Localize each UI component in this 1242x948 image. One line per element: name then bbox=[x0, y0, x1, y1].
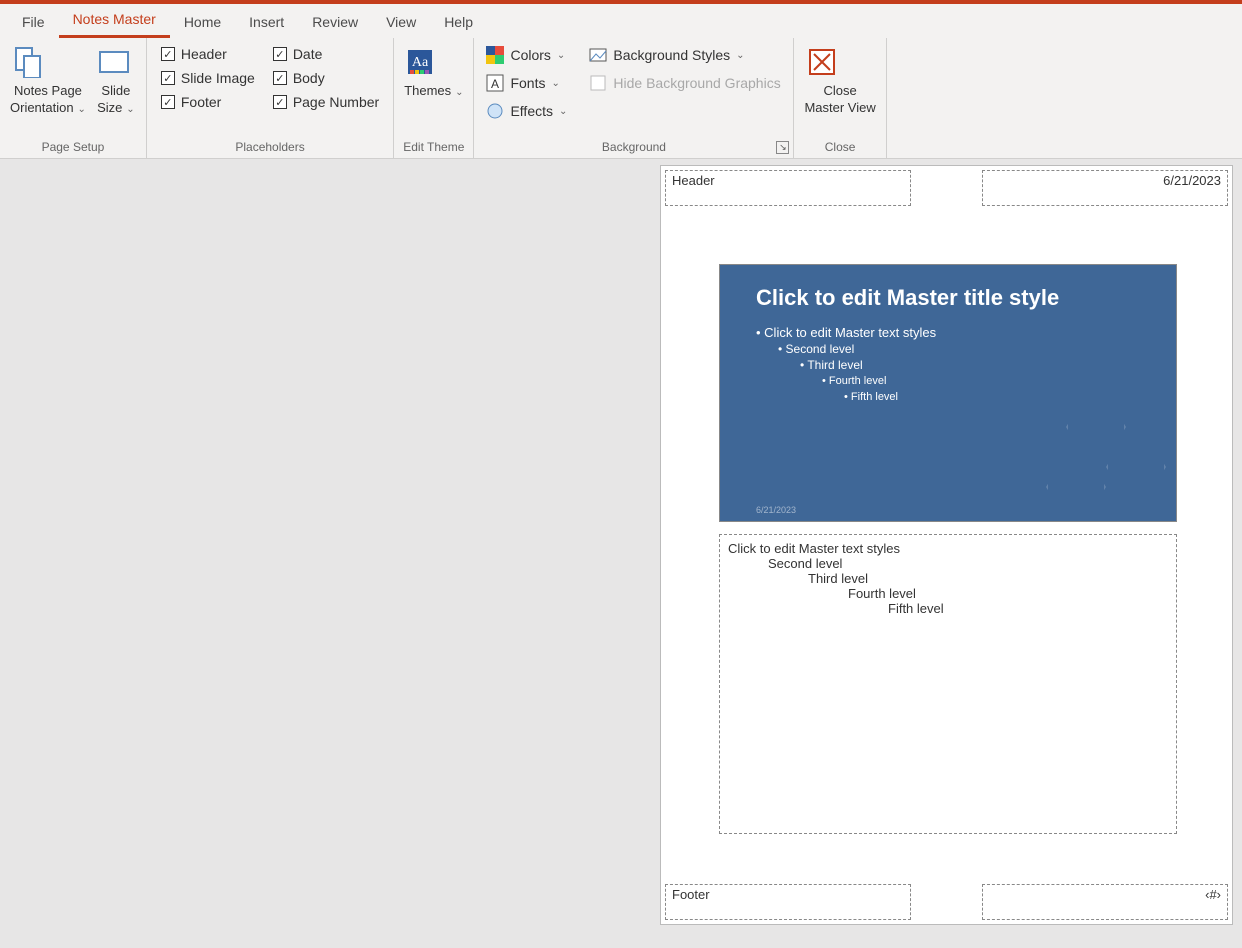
checkbox-footer-label: Footer bbox=[181, 94, 221, 110]
themes-button[interactable]: Aa Themes ⌄ bbox=[400, 42, 467, 101]
chevron-down-icon: ⌄ bbox=[126, 104, 134, 115]
tab-help[interactable]: Help bbox=[430, 8, 487, 38]
footer-placeholder[interactable]: Footer bbox=[665, 884, 911, 920]
close-icon bbox=[804, 46, 875, 78]
checkbox-page-number[interactable]: ✓ Page Number bbox=[273, 94, 379, 110]
slide-text-l3: • Fourth level bbox=[822, 373, 1176, 389]
group-label-page-setup: Page Setup bbox=[6, 140, 140, 156]
check-icon: ✓ bbox=[273, 47, 287, 61]
notes-text-l2: Third level bbox=[808, 571, 1168, 586]
ribbon-tabs: File Notes Master Home Insert Review Vie… bbox=[0, 4, 1242, 38]
checkbox-header-label: Header bbox=[181, 46, 227, 62]
group-label-close: Close bbox=[800, 140, 879, 156]
background-dialog-launcher[interactable]: ↘ bbox=[776, 141, 789, 154]
group-placeholders: ✓ Header ✓ Slide Image ✓ Footer ✓ Date ✓ Body… bbox=[147, 38, 394, 158]
slide-image-placeholder[interactable]: Click to edit Master title style • Click… bbox=[719, 264, 1177, 522]
slide-text-l2: • Third level bbox=[800, 357, 1176, 373]
date-placeholder[interactable]: 6/21/2023 bbox=[982, 170, 1228, 206]
orientation-icon bbox=[10, 46, 86, 78]
check-icon: ✓ bbox=[273, 71, 287, 85]
checkbox-body[interactable]: ✓ Body bbox=[273, 70, 379, 86]
colors-button[interactable]: Colors ⌄ bbox=[480, 42, 573, 68]
check-icon: ✓ bbox=[161, 47, 175, 61]
group-background: Colors ⌄ A Fonts ⌄ Effects ⌄ bbox=[474, 38, 794, 158]
slide-title-text: Click to edit Master title style bbox=[756, 285, 1176, 311]
notes-page[interactable]: Header 6/21/2023 Click to edit Master ti… bbox=[660, 165, 1233, 925]
checkbox-slide-image-label: Slide Image bbox=[181, 70, 255, 86]
chevron-down-icon: ⌄ bbox=[551, 78, 559, 89]
effects-label: Effects bbox=[510, 103, 553, 119]
slide-text-l0: • Click to edit Master text styles bbox=[756, 325, 1176, 341]
slide-decoration-hexagons bbox=[1026, 391, 1177, 522]
page-number-placeholder[interactable]: ‹#› bbox=[982, 884, 1228, 920]
header-placeholder[interactable]: Header bbox=[665, 170, 911, 206]
close-master-view-button[interactable]: Close Master View bbox=[800, 42, 879, 118]
fonts-label: Fonts bbox=[510, 75, 545, 91]
slide-date-stamp: 6/21/2023 bbox=[756, 505, 796, 515]
hide-background-graphics-checkbox[interactable]: Hide Background Graphics bbox=[583, 70, 786, 96]
themes-label: Themes bbox=[404, 83, 451, 98]
chevron-down-icon: ⌄ bbox=[559, 106, 567, 117]
background-styles-label: Background Styles bbox=[613, 47, 730, 63]
checkbox-body-label: Body bbox=[293, 70, 325, 86]
checkbox-footer[interactable]: ✓ Footer bbox=[161, 94, 255, 110]
notes-text-l3: Fourth level bbox=[848, 586, 1168, 601]
slide-size-button[interactable]: Slide Size ⌄ bbox=[92, 42, 140, 118]
tab-review[interactable]: Review bbox=[298, 8, 372, 38]
slide-text-l1: • Second level bbox=[778, 341, 1176, 357]
notes-master-edit-area[interactable]: Header 6/21/2023 Click to edit Master ti… bbox=[0, 159, 1242, 948]
orientation-label: Notes Page Orientation bbox=[10, 83, 82, 115]
group-label-background: Background bbox=[480, 140, 787, 156]
colors-icon bbox=[486, 46, 504, 64]
group-close: Close Master View Close bbox=[794, 38, 886, 158]
notes-text-l0: Click to edit Master text styles bbox=[728, 541, 1168, 556]
check-icon: ✓ bbox=[161, 71, 175, 85]
checkbox-date-label: Date bbox=[293, 46, 323, 62]
chevron-down-icon: ⌄ bbox=[736, 50, 744, 61]
slide-size-icon bbox=[96, 46, 136, 78]
tab-view[interactable]: View bbox=[372, 8, 430, 38]
hide-background-graphics-label: Hide Background Graphics bbox=[613, 75, 780, 91]
group-label-placeholders: Placeholders bbox=[153, 140, 387, 156]
group-edit-theme: Aa Themes ⌄ Edit Theme bbox=[394, 38, 474, 158]
check-icon: ✓ bbox=[273, 95, 287, 109]
effects-icon bbox=[486, 102, 504, 120]
chevron-down-icon: ⌄ bbox=[455, 87, 463, 98]
checkbox-header[interactable]: ✓ Header bbox=[161, 46, 255, 62]
ribbon-groups: Notes Page Orientation ⌄ Slide Size ⌄ Pa… bbox=[0, 38, 1242, 158]
svg-text:Aa: Aa bbox=[412, 55, 429, 70]
notes-body-placeholder[interactable]: Click to edit Master text styles Second … bbox=[719, 534, 1177, 834]
tab-notes-master[interactable]: Notes Master bbox=[59, 5, 170, 38]
tab-home[interactable]: Home bbox=[170, 8, 235, 38]
checkbox-empty-icon bbox=[589, 74, 607, 92]
notes-text-l4: Fifth level bbox=[888, 601, 1168, 616]
tab-insert[interactable]: Insert bbox=[235, 8, 298, 38]
background-styles-button[interactable]: Background Styles ⌄ bbox=[583, 42, 786, 68]
checkbox-page-number-label: Page Number bbox=[293, 94, 379, 110]
chevron-down-icon: ⌄ bbox=[557, 50, 565, 61]
colors-label: Colors bbox=[510, 47, 550, 63]
close-master-view-label: Close Master View bbox=[804, 83, 875, 115]
notes-page-orientation-button[interactable]: Notes Page Orientation ⌄ bbox=[6, 42, 90, 118]
effects-button[interactable]: Effects ⌄ bbox=[480, 98, 573, 124]
checkbox-slide-image[interactable]: ✓ Slide Image bbox=[161, 70, 255, 86]
themes-icon: Aa bbox=[404, 46, 463, 78]
fonts-icon: A bbox=[486, 74, 504, 92]
group-page-setup: Notes Page Orientation ⌄ Slide Size ⌄ Pa… bbox=[0, 38, 147, 158]
chevron-down-icon: ⌄ bbox=[77, 104, 85, 115]
ribbon: File Notes Master Home Insert Review Vie… bbox=[0, 4, 1242, 159]
tab-file[interactable]: File bbox=[8, 8, 59, 38]
group-label-edit-theme: Edit Theme bbox=[400, 140, 467, 156]
checkbox-date[interactable]: ✓ Date bbox=[273, 46, 379, 62]
check-icon: ✓ bbox=[161, 95, 175, 109]
fonts-button[interactable]: A Fonts ⌄ bbox=[480, 70, 573, 96]
background-styles-icon bbox=[589, 46, 607, 64]
notes-text-l1: Second level bbox=[768, 556, 1168, 571]
svg-text:A: A bbox=[491, 77, 499, 91]
